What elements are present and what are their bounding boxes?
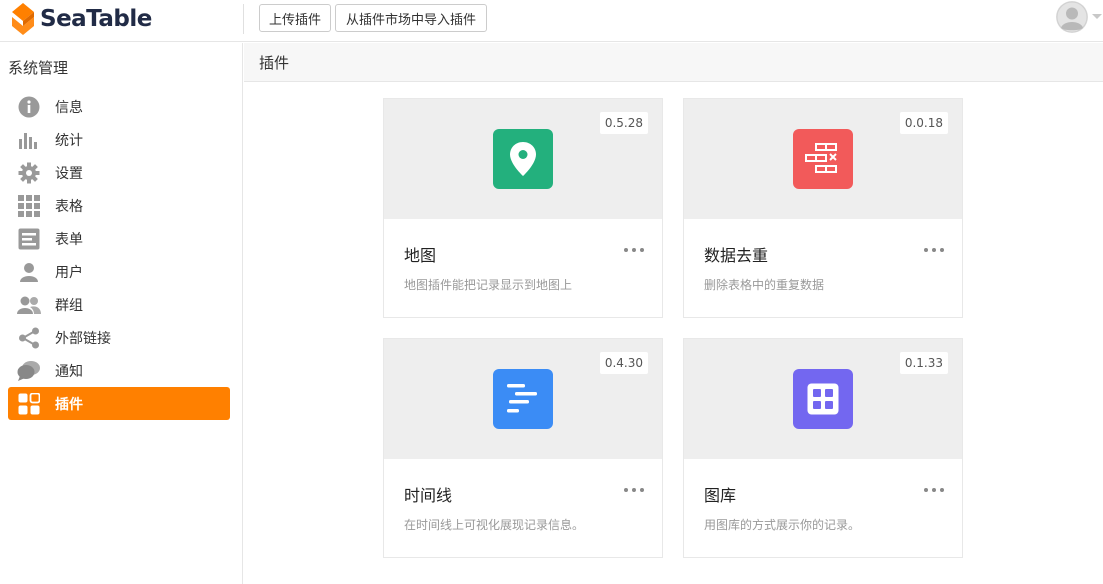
header-divider	[243, 4, 244, 34]
chevron-down-icon[interactable]	[1092, 14, 1102, 19]
version-badge: 0.5.28	[599, 112, 648, 134]
grid-icon	[17, 194, 41, 218]
chat-icon	[17, 359, 41, 383]
bar-chart-icon	[17, 128, 41, 152]
upload-plugin-button[interactable]: 上传插件	[259, 4, 331, 32]
sidebar-item-users[interactable]: 用户	[8, 255, 230, 288]
sidebar-item-label: 外部链接	[55, 330, 111, 347]
plugin-name: 时间线	[404, 486, 453, 505]
page-title: 插件	[259, 54, 290, 72]
brand-name: SeaTable	[40, 6, 152, 32]
import-from-market-button[interactable]: 从插件市场中导入插件	[335, 4, 487, 32]
share-icon	[17, 326, 41, 350]
sidebar-item-notifications[interactable]: 通知	[8, 354, 230, 387]
sidebar-item-info[interactable]: 信息	[8, 90, 230, 123]
more-options-icon[interactable]	[924, 242, 944, 258]
sidebar-item-label: 通知	[55, 363, 83, 380]
sidebar-item-label: 统计	[55, 132, 83, 149]
plugin-name: 地图	[404, 246, 437, 265]
gallery-icon	[793, 369, 853, 429]
form-icon	[17, 227, 41, 251]
info-icon	[17, 95, 41, 119]
sidebar-item-external-links[interactable]: 外部链接	[8, 321, 230, 354]
plugin-thumbnail: 0.1.33	[684, 339, 962, 459]
plugin-thumbnail: 0.4.30	[384, 339, 662, 459]
plugin-description: 在时间线上可视化展现记录信息。	[404, 518, 585, 532]
plugin-card[interactable]: 0.4.30 时间线 在时间线上可视化展现记录信息。	[383, 338, 663, 558]
version-badge: 0.0.18	[899, 112, 948, 134]
plugin-description: 地图插件能把记录显示到地图上	[404, 278, 573, 292]
sidebar-item-plugins[interactable]: 插件	[8, 387, 230, 420]
more-options-icon[interactable]	[624, 482, 644, 498]
main-header: 插件	[244, 43, 1103, 82]
user-icon	[17, 260, 41, 284]
plugin-name: 图库	[704, 486, 737, 505]
plugin-description: 用图库的方式展示你的记录。	[704, 518, 861, 532]
main-content: 插件 0.5.28 地图 地图插件能把记录显示到地图上 0.0.18 数据去重 …	[244, 43, 1103, 584]
version-badge: 0.1.33	[899, 352, 948, 374]
sidebar-item-label: 表单	[55, 231, 83, 248]
sidebar-title: 系统管理	[8, 59, 69, 77]
plugin-description: 删除表格中的重复数据	[704, 278, 825, 292]
group-icon	[17, 293, 41, 317]
sidebar: 系统管理 信息 统计 设置 表格 表单 用户 群组 外部链接 通知 插件	[0, 43, 243, 584]
sidebar-item-label: 信息	[55, 99, 83, 116]
sidebar-item-tables[interactable]: 表格	[8, 189, 230, 222]
deduplication-icon	[793, 129, 853, 189]
version-badge: 0.4.30	[599, 352, 648, 374]
gear-icon	[17, 161, 41, 185]
sidebar-item-statistics[interactable]: 统计	[8, 123, 230, 156]
plugin-thumbnail: 0.0.18	[684, 99, 962, 219]
more-options-icon[interactable]	[624, 242, 644, 258]
more-options-icon[interactable]	[924, 482, 944, 498]
top-header: SeaTable 上传插件 从插件市场中导入插件	[0, 0, 1103, 42]
seatable-logo[interactable]: SeaTable	[11, 2, 152, 36]
map-pin-icon	[493, 129, 553, 189]
sidebar-item-label: 群组	[55, 297, 83, 314]
avatar[interactable]	[1056, 1, 1088, 33]
sidebar-nav: 信息 统计 设置 表格 表单 用户 群组 外部链接 通知 插件	[8, 90, 230, 420]
timeline-icon	[493, 369, 553, 429]
plugin-card[interactable]: 0.1.33 图库 用图库的方式展示你的记录。	[683, 338, 963, 558]
sidebar-item-label: 设置	[55, 165, 83, 182]
plugin-thumbnail: 0.5.28	[384, 99, 662, 219]
sidebar-item-settings[interactable]: 设置	[8, 156, 230, 189]
plugin-card[interactable]: 0.0.18 数据去重 删除表格中的重复数据	[683, 98, 963, 318]
sidebar-item-label: 表格	[55, 198, 83, 215]
logo-mark-icon	[12, 3, 34, 35]
user-avatar-icon	[1056, 1, 1088, 33]
sidebar-item-label: 插件	[55, 396, 83, 413]
sidebar-item-forms[interactable]: 表单	[8, 222, 230, 255]
plugin-name: 数据去重	[704, 246, 769, 265]
sidebar-item-groups[interactable]: 群组	[8, 288, 230, 321]
plugin-icon	[17, 392, 41, 416]
plugin-card[interactable]: 0.5.28 地图 地图插件能把记录显示到地图上	[383, 98, 663, 318]
sidebar-item-label: 用户	[55, 264, 83, 281]
